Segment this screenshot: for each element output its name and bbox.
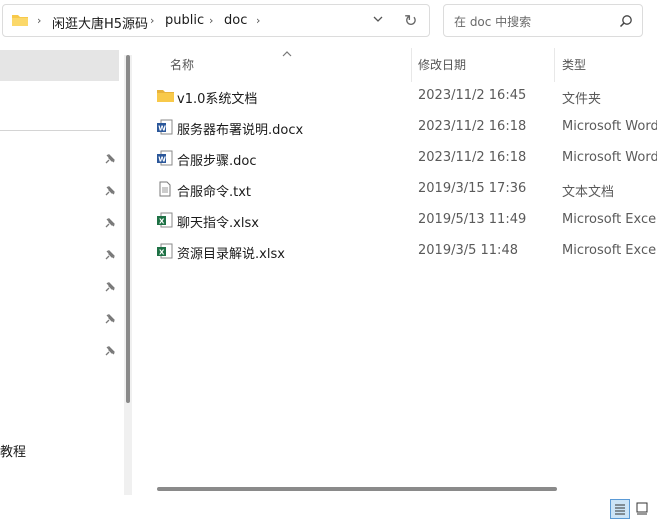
word-icon: W	[157, 119, 173, 139]
file-type: 文本文档	[562, 185, 615, 200]
file-type: Microsoft Word	[562, 119, 657, 134]
search-box[interactable]	[443, 4, 643, 37]
pin-icon[interactable]	[104, 217, 116, 233]
breadcrumb-separator-icon: ›	[209, 14, 214, 27]
file-name: v1.0系统文档	[177, 92, 258, 107]
file-modified: 2023/11/2 16:18	[418, 150, 527, 165]
svg-text:X: X	[159, 249, 165, 257]
nav-selected-item[interactable]	[0, 50, 119, 81]
excel-icon: X	[157, 243, 173, 263]
folder-icon	[157, 88, 174, 107]
pin-icon[interactable]	[104, 345, 116, 361]
file-type: Microsoft Excel	[562, 243, 657, 258]
file-name: 服务器布署说明.docx	[177, 123, 304, 138]
file-modified: 2023/11/2 16:18	[418, 119, 527, 134]
nav-scrollbar[interactable]	[124, 55, 132, 495]
file-row[interactable]: W 合服步骤.doc 2023/11/2 16:18 Microsoft Wor…	[135, 143, 657, 174]
file-list: 名称 修改日期 类型 v1.0系统文档 2023/11/2 16:45 文件夹 …	[135, 44, 657, 504]
pin-icon[interactable]	[104, 313, 116, 329]
file-modified: 2019/5/13 11:49	[418, 212, 527, 227]
svg-text:X: X	[159, 218, 165, 226]
column-divider[interactable]	[554, 48, 555, 82]
nav-item-label[interactable]: 教程	[0, 441, 26, 460]
file-modified: 2019/3/5 11:48	[418, 243, 518, 258]
pin-icon[interactable]	[104, 185, 116, 201]
column-divider[interactable]	[411, 48, 412, 82]
status-bar	[0, 498, 657, 521]
navigation-pane: 教程	[0, 44, 120, 514]
file-name: 聊天指令.xlsx	[177, 216, 259, 231]
file-type: 文件夹	[562, 92, 602, 107]
horizontal-scrollbar-thumb[interactable]	[157, 487, 557, 491]
sort-ascending-icon	[281, 46, 293, 61]
file-name: 合服命令.txt	[177, 185, 252, 200]
svg-text:W: W	[158, 156, 166, 164]
pin-icon[interactable]	[104, 153, 116, 169]
file-row[interactable]: X 资源目录解说.xlsx 2019/3/5 11:48 Microsoft E…	[135, 236, 657, 267]
pin-icon[interactable]	[104, 249, 116, 265]
chevron-down-icon[interactable]	[372, 13, 384, 29]
column-header-type[interactable]: 类型	[562, 56, 586, 73]
search-input[interactable]	[452, 11, 616, 33]
breadcrumb-item[interactable]: public	[165, 13, 204, 28]
pin-icon[interactable]	[104, 281, 116, 297]
breadcrumb-separator-icon: ›	[150, 14, 155, 27]
file-modified: 2019/3/15 17:36	[418, 181, 527, 196]
column-header-name[interactable]: 名称	[170, 56, 194, 73]
breadcrumb-item[interactable]: doc	[224, 13, 247, 28]
file-name: 合服步骤.doc	[177, 154, 257, 169]
refresh-icon[interactable]: ↻	[404, 11, 417, 30]
address-bar[interactable]: › 闲逛大唐H5源码 › public › doc › ↻	[2, 4, 430, 37]
file-type: Microsoft Word	[562, 150, 657, 165]
address-toolbar: › 闲逛大唐H5源码 › public › doc › ↻	[0, 0, 657, 44]
word-icon: W	[157, 150, 173, 170]
breadcrumb-separator-icon: ›	[37, 14, 42, 27]
nav-scrollbar-thumb[interactable]	[126, 55, 130, 403]
breadcrumb-separator-icon: ›	[256, 14, 261, 27]
breadcrumb-item[interactable]: 闲逛大唐H5源码	[52, 13, 148, 32]
details-view-icon[interactable]	[610, 499, 630, 519]
text-file-icon	[157, 181, 173, 201]
file-type: Microsoft Excel	[562, 212, 657, 227]
file-row[interactable]: 合服命令.txt 2019/3/15 17:36 文本文档	[135, 174, 657, 205]
file-row[interactable]: v1.0系统文档 2023/11/2 16:45 文件夹	[135, 81, 657, 112]
search-icon[interactable]	[619, 14, 633, 32]
file-row[interactable]: X 聊天指令.xlsx 2019/5/13 11:49 Microsoft Ex…	[135, 205, 657, 236]
file-modified: 2023/11/2 16:45	[418, 88, 527, 103]
nav-divider	[0, 130, 110, 131]
column-header-modified[interactable]: 修改日期	[418, 56, 466, 73]
folder-icon	[11, 12, 29, 32]
file-name: 资源目录解说.xlsx	[177, 247, 285, 262]
file-row[interactable]: W 服务器布署说明.docx 2023/11/2 16:18 Microsoft…	[135, 112, 657, 143]
svg-text:W: W	[158, 125, 166, 133]
excel-icon: X	[157, 212, 173, 232]
large-icons-view-icon[interactable]	[633, 499, 653, 519]
